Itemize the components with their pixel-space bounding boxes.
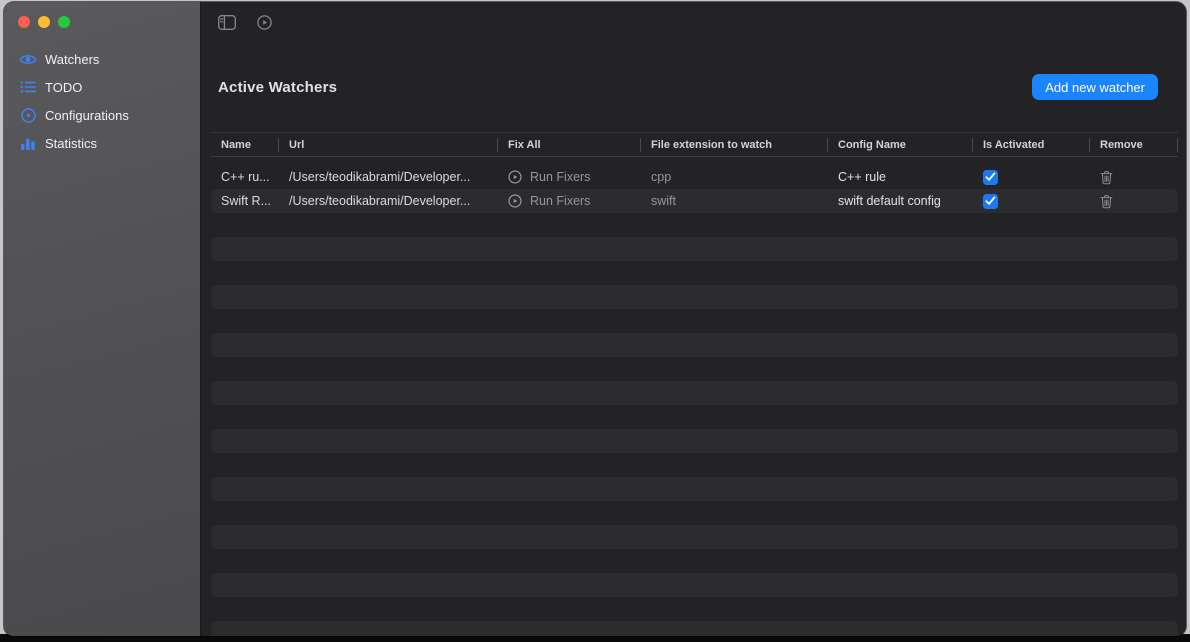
zoom-button[interactable] [58,16,70,28]
app-window: Watchers TODO Configurations Statistics [4,2,1186,636]
sidebar-item-label: Watchers [45,52,99,67]
column-header-url: Url [279,133,498,156]
table-row[interactable]: Swift R.../Users/teodikabrami/Developer.… [211,189,1178,213]
empty-table-row [211,237,1178,261]
bar-chart-icon [19,136,37,150]
sidebar-toggle-icon[interactable] [218,15,236,30]
empty-table-row [211,453,1178,477]
column-header-is-activated: Is Activated [973,133,1090,156]
play-circle-icon [508,194,522,208]
table-row[interactable]: C++ ru.../Users/teodikabrami/Developer..… [211,165,1178,189]
column-header-config-name: Config Name [828,133,973,156]
cell-is-activated [973,165,1090,189]
empty-table-row [211,621,1178,636]
list-icon [19,80,37,94]
sidebar-item-todo[interactable]: TODO [4,73,200,101]
cell-config-name: C++ rule [828,165,973,189]
empty-table-row [211,333,1178,357]
table-header-row: NameUrlFix AllFile extension to watchCon… [211,132,1178,157]
play-circle-icon [19,108,37,123]
window-toolbar [201,2,1186,42]
empty-table-row [211,381,1178,405]
empty-table-row [211,501,1178,525]
sidebar-item-configurations[interactable]: Configurations [4,101,200,129]
activated-checkbox[interactable] [983,170,998,185]
sidebar-item-watchers[interactable]: Watchers [4,45,200,73]
cell-extension: swift [641,189,828,213]
empty-table-row [211,597,1178,621]
run-fixers-label: Run Fixers [530,170,590,184]
empty-table-row [211,309,1178,333]
sidebar: Watchers TODO Configurations Statistics [4,2,201,636]
cell-name: C++ ru... [211,165,279,189]
trash-icon[interactable] [1100,170,1113,185]
empty-table-row [211,261,1178,285]
eye-icon [19,53,37,66]
cell-fix-all: Run Fixers [498,165,641,189]
sidebar-item-label: Statistics [45,136,97,151]
empty-table-row [211,429,1178,453]
minimize-button[interactable] [38,16,50,28]
sidebar-nav: Watchers TODO Configurations Statistics [4,45,200,157]
sidebar-item-label: Configurations [45,108,129,123]
run-fixers-button[interactable]: Run Fixers [508,194,590,208]
main-content: Active Watchers Add new watcher NameUrlF… [201,2,1186,636]
cell-name: Swift R... [211,189,279,213]
cell-fix-all: Run Fixers [498,189,641,213]
activated-checkbox[interactable] [983,194,998,209]
page-title: Active Watchers [218,79,337,96]
column-header-fix-all: Fix All [498,133,641,156]
empty-table-row [211,549,1178,573]
play-circle-icon[interactable] [257,15,272,30]
empty-table-row [211,285,1178,309]
empty-table-row [211,405,1178,429]
cell-extension: cpp [641,165,828,189]
run-fixers-button[interactable]: Run Fixers [508,170,590,184]
cell-config-name: swift default config [828,189,973,213]
column-header-file-extension-to-watch: File extension to watch [641,133,828,156]
close-button[interactable] [18,16,30,28]
add-new-watcher-button[interactable]: Add new watcher [1032,74,1158,100]
sidebar-item-statistics[interactable]: Statistics [4,129,200,157]
cell-url: /Users/teodikabrami/Developer... [279,189,498,213]
cell-url: /Users/teodikabrami/Developer... [279,165,498,189]
empty-table-row [211,213,1178,237]
play-circle-icon [508,170,522,184]
page-header: Active Watchers Add new watcher [218,74,1158,100]
empty-table-row [211,573,1178,597]
traffic-lights [4,2,200,28]
column-header-name: Name [211,133,279,156]
table-body: C++ ru.../Users/teodikabrami/Developer..… [211,165,1178,636]
cell-remove [1090,165,1178,189]
empty-table-row [211,357,1178,381]
empty-table-row [211,525,1178,549]
sidebar-item-label: TODO [45,80,82,95]
cell-is-activated [973,189,1090,213]
run-fixers-label: Run Fixers [530,194,590,208]
empty-table-row [211,477,1178,501]
cell-remove [1090,189,1178,213]
trash-icon[interactable] [1100,194,1113,209]
watchers-table: NameUrlFix AllFile extension to watchCon… [211,132,1178,636]
column-header-remove: Remove [1090,133,1178,156]
